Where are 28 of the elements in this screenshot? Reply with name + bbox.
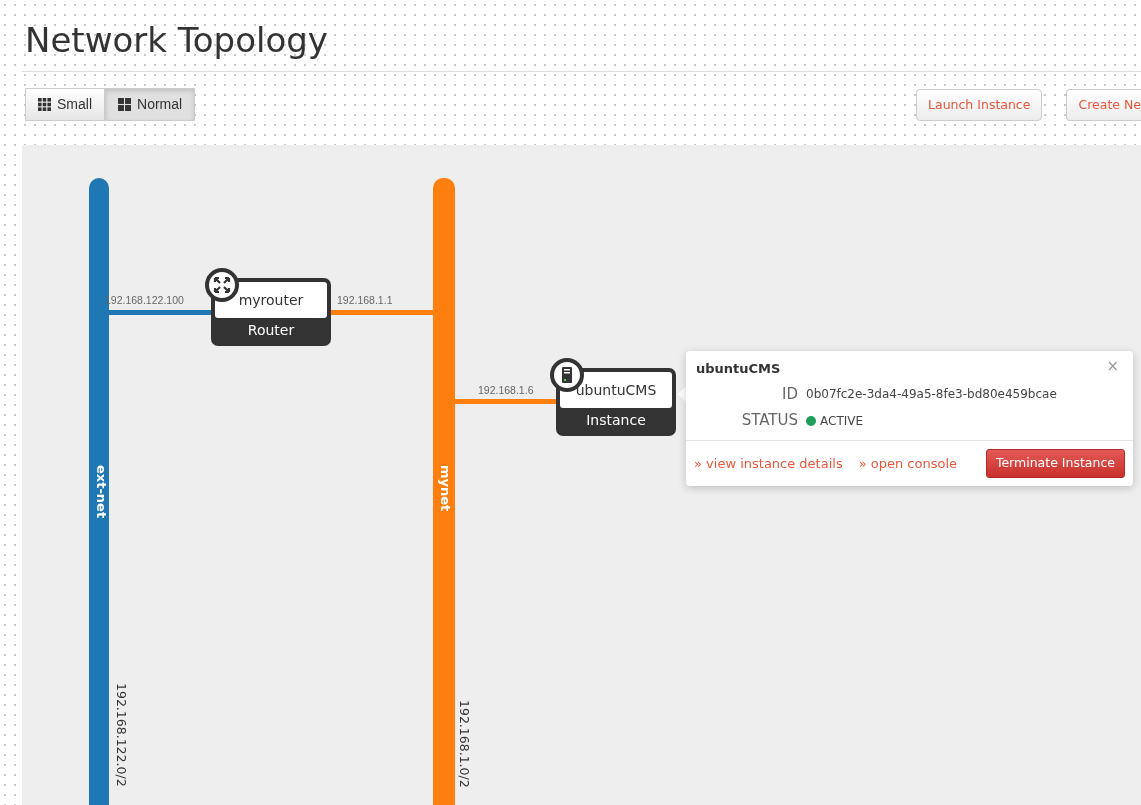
action-button[interactable]: Create Ne xyxy=(1066,88,1141,122)
field-value: ACTIVE xyxy=(820,412,864,430)
ip-address: 192.168.1.1 xyxy=(337,293,393,309)
popover-link[interactable]: » view instance details xyxy=(694,453,843,473)
popover-link[interactable]: » open console xyxy=(858,453,957,473)
network-name: ext-net xyxy=(92,465,110,519)
view-toggle-button[interactable]: Small xyxy=(25,88,105,122)
page-title: Network Topology xyxy=(25,22,329,60)
popover-title: ubuntuCMS xyxy=(696,360,781,379)
action-button[interactable]: Launch Instance xyxy=(916,88,1043,122)
device-node[interactable]: myrouter Router xyxy=(211,278,331,347)
network-name: mynet xyxy=(436,465,454,512)
router-icon xyxy=(205,268,239,303)
device-node[interactable]: ubuntuCMS Instance xyxy=(556,368,676,437)
view-toggle-button[interactable]: Normal xyxy=(105,88,196,122)
field-label: STATUS xyxy=(740,410,798,432)
device-type: Instance xyxy=(585,411,647,431)
field-value: 0b07fc2e-3da4-49a5-8fe3-bd80e459bcae xyxy=(806,386,1057,404)
device-type: Router xyxy=(246,321,296,341)
terminate-button[interactable]: Terminate Instance xyxy=(985,448,1125,478)
subnet-label: 192.168.122.0/2 xyxy=(112,683,130,787)
subnet-label: 192.168.1.0/2 xyxy=(455,700,473,789)
large-grid-icon xyxy=(118,98,131,112)
field-label: ID xyxy=(781,383,798,405)
small-grid-icon xyxy=(38,98,51,112)
ip-address: 192.168.1.6 xyxy=(478,383,534,399)
status-dot xyxy=(806,415,816,426)
close-button[interactable]: × xyxy=(1106,359,1119,375)
